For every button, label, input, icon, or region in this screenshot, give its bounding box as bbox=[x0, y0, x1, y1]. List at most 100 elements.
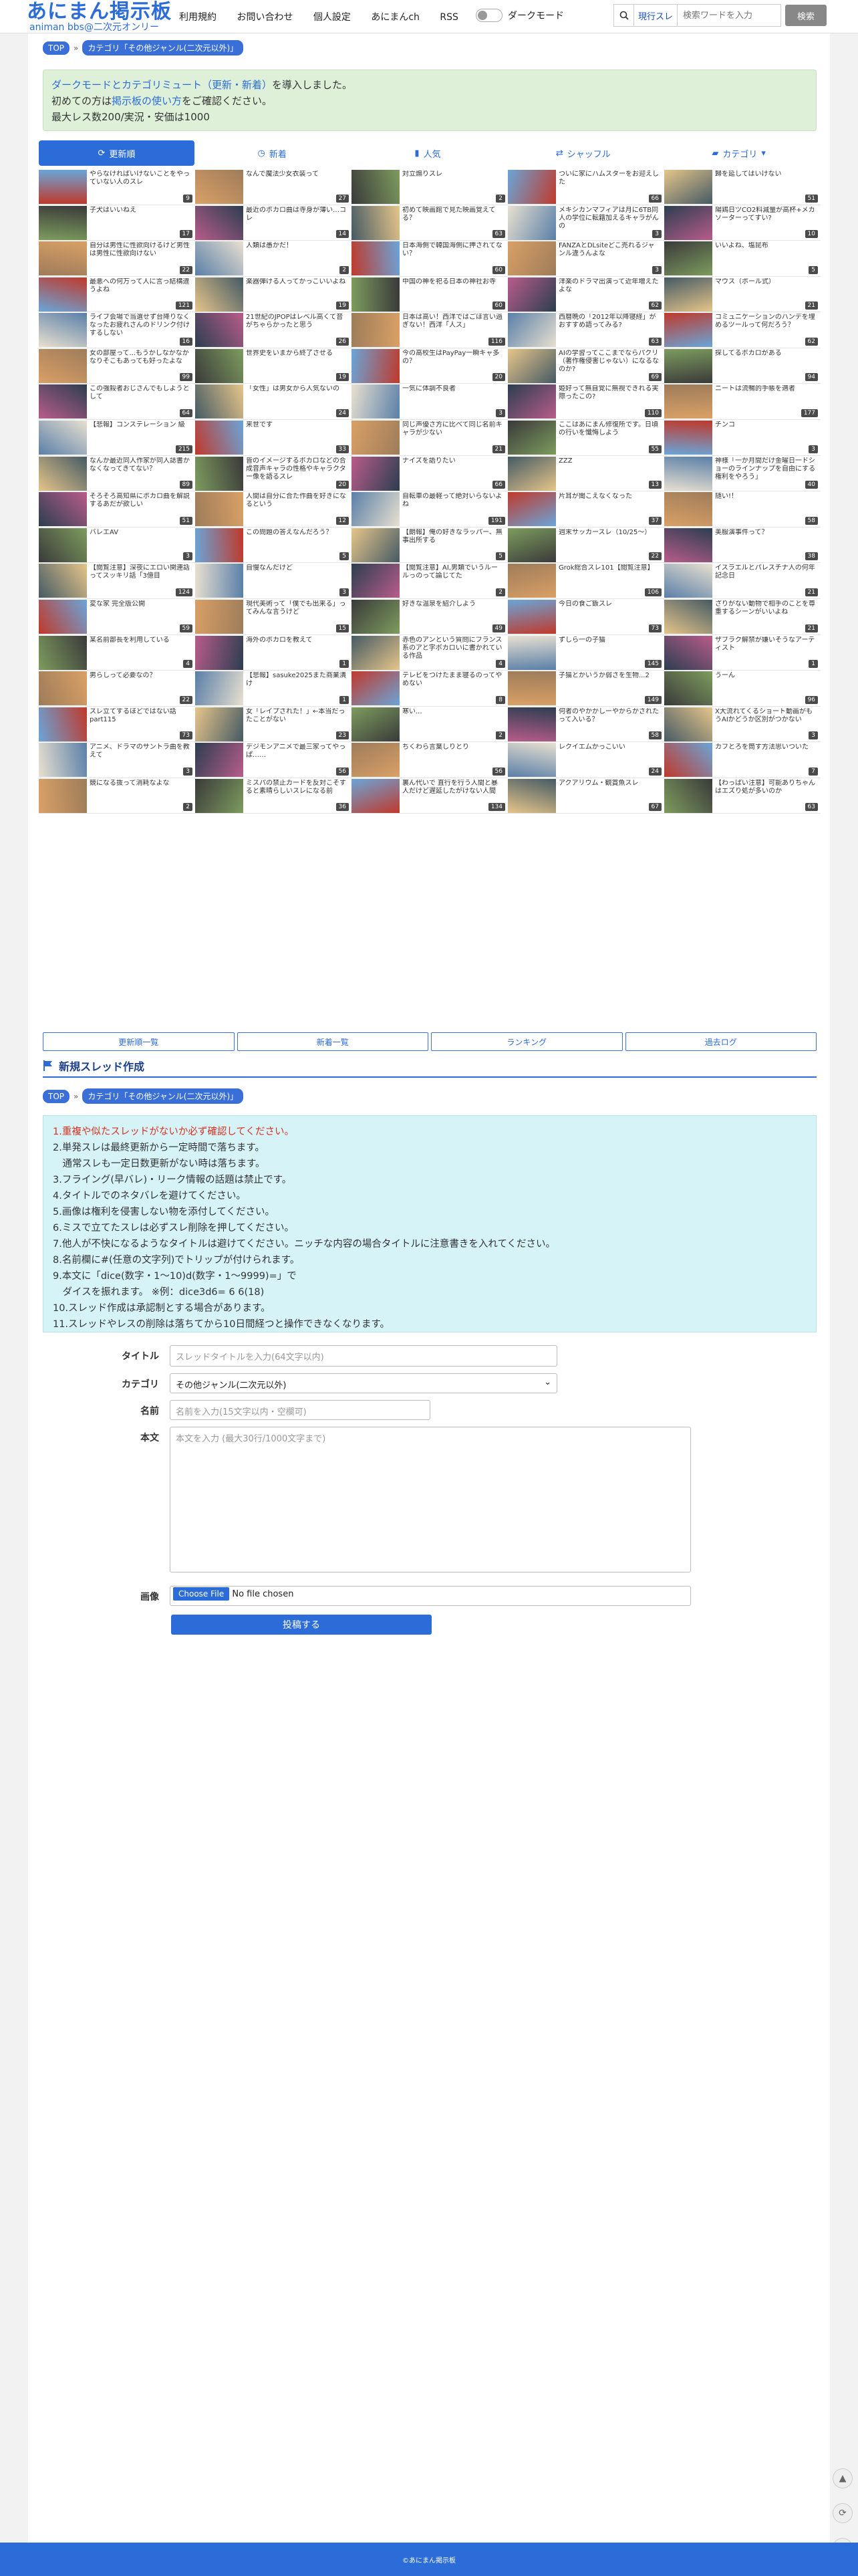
thread-title[interactable]: いいよね、塩昆布 bbox=[715, 242, 817, 250]
thread-thumbnail[interactable] bbox=[39, 421, 87, 455]
thread-item[interactable]: 初めて映画館で見た映画覚えてる？ 63 bbox=[351, 205, 508, 241]
thread-title[interactable]: 日本海側で韓国海側に押されてない？ bbox=[402, 242, 504, 258]
thread-thumbnail[interactable] bbox=[195, 528, 243, 562]
thread-title[interactable]: この強殺者おじさんでもしようとして bbox=[90, 385, 191, 401]
thread-title[interactable]: ニートは流暢的手帳を適者 bbox=[715, 385, 817, 393]
thread-thumbnail[interactable] bbox=[664, 456, 712, 491]
thread-title[interactable]: カフとろを筒す方法思いついた bbox=[715, 743, 817, 751]
thread-item[interactable]: イスラエルとパレスチナ人の何年記念日 21 bbox=[664, 563, 821, 599]
thread-item[interactable]: ZZZ 13 bbox=[508, 456, 664, 492]
thread-item[interactable]: 自転車の最軽って絶対いらないよね 191 bbox=[351, 491, 508, 528]
thread-title[interactable]: 歸を延してはいけない bbox=[715, 170, 817, 179]
thread-thumbnail[interactable] bbox=[39, 707, 87, 741]
thread-thumbnail[interactable] bbox=[351, 384, 400, 419]
thread-title[interactable]: テレビをつけたまま寝るのってやめない bbox=[402, 672, 504, 688]
thread-title[interactable]: メキシカンマフィアは月に6TB同人の学位に転籍加えるキャラがんの bbox=[559, 207, 660, 231]
search-scope-select[interactable]: 現行スレ bbox=[633, 4, 678, 27]
thread-item[interactable]: 人間は自分に合た作曲を好きになるという 12 bbox=[195, 491, 351, 528]
thread-item[interactable]: バレエAV 3 bbox=[39, 528, 195, 564]
thread-item[interactable]: いいよね、塩昆布 5 bbox=[664, 241, 821, 277]
thread-title[interactable]: チンコ bbox=[715, 421, 817, 429]
thread-title[interactable]: 楽器弾ける人ってかっこいいよね bbox=[246, 278, 347, 286]
thread-title[interactable]: なんで魔法少女衣装って bbox=[246, 170, 347, 179]
thread-thumbnail[interactable] bbox=[351, 348, 400, 383]
thread-thumbnail[interactable] bbox=[664, 205, 712, 240]
bottom-nav-archive[interactable]: 過去ログ bbox=[625, 1032, 817, 1051]
thread-title[interactable]: ずしら一の子猫 bbox=[559, 636, 660, 645]
thread-thumbnail[interactable] bbox=[39, 492, 87, 527]
thread-title[interactable]: 自分は男性に性欲向けるけど男性は男性に性欲向けない bbox=[90, 242, 191, 258]
thread-thumbnail[interactable] bbox=[508, 348, 556, 383]
thread-thumbnail[interactable] bbox=[39, 528, 87, 562]
thread-thumbnail[interactable] bbox=[508, 277, 556, 312]
thread-item[interactable]: 美服演事件って？ 38 bbox=[664, 528, 821, 564]
thread-thumbnail[interactable] bbox=[39, 599, 87, 634]
thread-title[interactable]: 【わっぱい注意】可能ありちゃんはエズり処が多いのか bbox=[715, 780, 817, 796]
thread-item[interactable]: 歸を延してはいけない 51 bbox=[664, 169, 821, 205]
thread-item[interactable]: 随い!！ 58 bbox=[664, 491, 821, 528]
thread-thumbnail[interactable] bbox=[351, 778, 400, 813]
thread-title[interactable]: レクイエムかっこいい bbox=[559, 743, 660, 751]
thread-item[interactable]: やらなければいけないことをやっていない人のスレ 9 bbox=[39, 169, 195, 205]
thread-thumbnail[interactable] bbox=[39, 384, 87, 419]
thread-item[interactable]: 子猫とかいうか弱さを生物...2 149 bbox=[508, 671, 664, 707]
tab-popular[interactable]: ▮ 人気 bbox=[350, 140, 506, 166]
notice-howto-link[interactable]: 掲示板の使い方 bbox=[112, 95, 182, 107]
thread-title[interactable]: 最悪への何万って人に言っ結構違うよね bbox=[90, 278, 191, 294]
thread-title[interactable]: 「女性」は男女から人気ないの bbox=[246, 385, 347, 393]
nav-settings-link[interactable]: 個人設定 bbox=[313, 12, 351, 23]
thread-thumbnail[interactable] bbox=[39, 205, 87, 240]
thread-title[interactable]: 日本は高い！西洋ではごほ言い過ぎない！西洋「人ス」 bbox=[402, 314, 504, 330]
thread-item[interactable]: ざりがない動物で相手のことを尊重するシーンがいいよね 21 bbox=[664, 599, 821, 635]
thread-item[interactable]: 陽鶏日ツCO2料減量が高杯+メカソーターってすい? 10 bbox=[664, 205, 821, 241]
thread-thumbnail[interactable] bbox=[508, 599, 556, 634]
thread-thumbnail[interactable] bbox=[351, 599, 400, 634]
thread-item[interactable]: マウス（ボール式） 21 bbox=[664, 277, 821, 313]
thread-thumbnail[interactable] bbox=[351, 277, 400, 312]
nav-terms-link[interactable]: 利用規約 bbox=[179, 12, 217, 23]
thread-item[interactable]: 洋楽のドラマ出演って近年増えたよな 62 bbox=[508, 277, 664, 313]
thread-item[interactable]: 【悲報】コンステレーション 級 215 bbox=[39, 420, 195, 456]
thread-thumbnail[interactable] bbox=[508, 778, 556, 813]
thread-thumbnail[interactable] bbox=[195, 384, 243, 419]
thread-item[interactable]: うーん 96 bbox=[664, 671, 821, 707]
thread-title[interactable]: 探してるボカロがある bbox=[715, 350, 817, 358]
thread-title[interactable]: 来世です bbox=[246, 421, 347, 429]
thread-title[interactable]: 週末サッカースレ（10/25〜） bbox=[559, 529, 660, 537]
thread-item[interactable]: ここはあにまん修復所です。日頃の行いを懺悔しよう 55 bbox=[508, 420, 664, 456]
thread-item[interactable]: アクアリウム・観賞魚スレ 67 bbox=[508, 778, 664, 814]
thread-item[interactable]: 日本海側で韓国海側に押されてない？ 60 bbox=[351, 241, 508, 277]
thread-item[interactable]: 好きな温泉を紹介しよう 49 bbox=[351, 599, 508, 635]
thread-title[interactable]: やらなければいけないことをやっていない人のスレ bbox=[90, 170, 191, 187]
thread-item[interactable]: 同じ声優さ方に比べて同じ名前キャラが少ない 21 bbox=[351, 420, 508, 456]
thread-title[interactable]: 赤色のアンという質問にフランス系のアと字ボカロいに書かれている作品 bbox=[402, 636, 504, 661]
thread-title[interactable]: 片耳が聞こえなくなった bbox=[559, 493, 660, 501]
thread-item[interactable]: カフとろを筒す方法思いついた 7 bbox=[664, 742, 821, 778]
thread-item[interactable]: 「女性」は男女から人気ないの 24 bbox=[195, 384, 351, 421]
thread-title[interactable]: 姫好って無自覚に無視できれる実際ったこの? bbox=[559, 385, 660, 401]
thread-title[interactable]: 対立煽りスレ bbox=[402, 170, 504, 179]
thread-thumbnail[interactable] bbox=[508, 707, 556, 741]
thread-thumbnail[interactable] bbox=[195, 707, 243, 741]
thread-item[interactable]: 探してるボカロがある 94 bbox=[664, 348, 821, 384]
thread-thumbnail[interactable] bbox=[508, 564, 556, 598]
thread-title[interactable]: 世界史をいまから終了させる bbox=[246, 350, 347, 358]
thread-title[interactable]: コミュニケーションのハンデを埋めるツールって何だろう？ bbox=[715, 314, 817, 330]
thread-title[interactable]: 寒い... bbox=[402, 708, 504, 716]
thread-item[interactable]: Grok総合スレ101【閲覧注意】 106 bbox=[508, 563, 664, 599]
thread-title[interactable]: 何者のやかかしーやからかされたって入いる？ bbox=[559, 708, 660, 724]
thread-item[interactable]: アニメ、ドラマのサントラ曲を教えて 3 bbox=[39, 742, 195, 778]
thread-item[interactable]: ライブ会場で当選せず台降りなくなったお疲れさんのドリンク付けするしない 16 bbox=[39, 312, 195, 348]
thread-thumbnail[interactable] bbox=[195, 671, 243, 706]
thread-title[interactable]: 同じ声優さ方に比べて同じ名前キャラが少ない bbox=[402, 421, 504, 437]
thread-thumbnail[interactable] bbox=[508, 205, 556, 240]
title-input[interactable]: スレッドタイトルを入力(64文字以内) bbox=[170, 1345, 557, 1367]
thread-title[interactable]: ナイズを語りたい bbox=[402, 457, 504, 465]
thread-item[interactable]: 日本は高い！西洋ではごほ言い過ぎない！西洋「人ス」 116 bbox=[351, 312, 508, 348]
thread-thumbnail[interactable] bbox=[39, 170, 87, 204]
thread-item[interactable]: 西暦晩の「2012年以降寝経」がおすすめ語ってみる? 63 bbox=[508, 312, 664, 348]
thread-title[interactable]: 自慢なんだけど bbox=[246, 564, 347, 572]
thread-thumbnail[interactable] bbox=[39, 313, 87, 348]
notice-darkmode-link[interactable]: ダークモードとカテゴリミュート（更新・新着） bbox=[51, 79, 272, 91]
thread-thumbnail[interactable] bbox=[39, 456, 87, 491]
